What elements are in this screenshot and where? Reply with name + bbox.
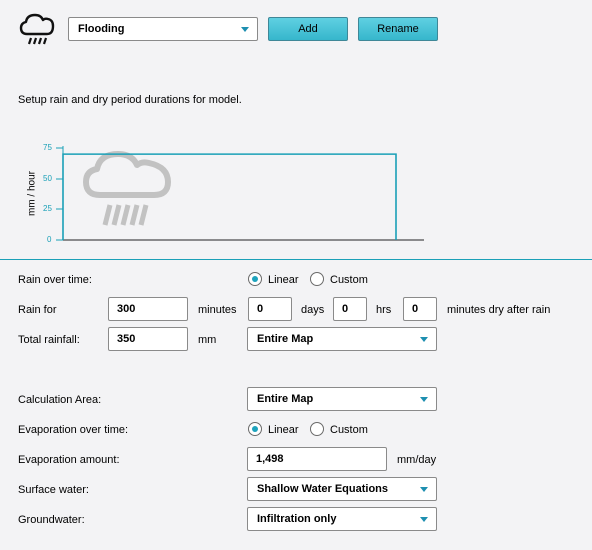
rain-over-time-label: Rain over time: bbox=[18, 274, 92, 286]
rainfall-area-value: Entire Map bbox=[257, 333, 314, 345]
rainfall-area-dropdown[interactable]: Entire Map bbox=[247, 327, 437, 351]
days-unit: days bbox=[301, 304, 325, 316]
evap-linear-radio[interactable] bbox=[248, 422, 262, 436]
chevron-down-icon bbox=[241, 27, 249, 32]
groundwater-value: Infiltration only bbox=[257, 513, 337, 525]
evap-linear-label[interactable]: Linear bbox=[268, 423, 299, 437]
rain-linear-radio[interactable] bbox=[248, 272, 262, 286]
calculation-area-label: Calculation Area: bbox=[18, 394, 102, 406]
hrs-unit: hrs bbox=[376, 304, 392, 316]
chevron-down-icon bbox=[420, 517, 428, 522]
rain-cloud-icon bbox=[18, 10, 58, 50]
rain-chart: 75 50 25 0 mm / hour bbox=[0, 140, 592, 260]
y-tick-label: 75 bbox=[43, 143, 52, 152]
y-tick-label: 25 bbox=[43, 204, 52, 213]
y-tick-label: 0 bbox=[47, 235, 52, 244]
total-rainfall-input[interactable]: 350 bbox=[108, 327, 188, 351]
evaporation-amount-label: Evaporation amount: bbox=[18, 454, 120, 466]
rain-minutes-input[interactable]: 300 bbox=[108, 297, 188, 321]
chevron-down-icon bbox=[420, 337, 428, 342]
rain-linear-label[interactable]: Linear bbox=[268, 273, 299, 287]
calculation-area-dropdown[interactable]: Entire Map bbox=[247, 387, 437, 411]
rain-custom-radio[interactable] bbox=[310, 272, 324, 286]
evap-custom-label[interactable]: Custom bbox=[330, 423, 368, 437]
mm-per-day-unit: mm/day bbox=[397, 454, 437, 466]
rain-days-input[interactable]: 0 bbox=[248, 297, 292, 321]
evaporation-amount-input[interactable]: 1,498 bbox=[247, 447, 387, 471]
calculation-area-value: Entire Map bbox=[257, 393, 314, 405]
rain-hours-input[interactable]: 0 bbox=[333, 297, 367, 321]
surface-water-label: Surface water: bbox=[18, 484, 89, 496]
total-rainfall-label: Total rainfall: bbox=[18, 334, 80, 346]
surface-water-value: Shallow Water Equations bbox=[257, 483, 388, 495]
groundwater-dropdown[interactable]: Infiltration only bbox=[247, 507, 437, 531]
chevron-down-icon bbox=[420, 487, 428, 492]
rain-cloud-watermark-icon bbox=[83, 151, 171, 226]
surface-water-dropdown[interactable]: Shallow Water Equations bbox=[247, 477, 437, 501]
dry-minutes-unit: minutes dry after rain bbox=[447, 304, 551, 316]
chevron-down-icon bbox=[420, 397, 428, 402]
evap-custom-radio[interactable] bbox=[310, 422, 324, 436]
rain-chart-svg bbox=[56, 146, 424, 241]
y-axis-label: mm / hour bbox=[26, 171, 38, 217]
rename-button[interactable]: Rename bbox=[358, 17, 438, 41]
y-tick-label: 50 bbox=[43, 174, 52, 183]
mm-unit: mm bbox=[198, 334, 217, 346]
scenario-dropdown-value: Flooding bbox=[78, 23, 125, 35]
rain-for-label: Rain for bbox=[18, 304, 57, 316]
description-text: Setup rain and dry period durations for … bbox=[18, 94, 242, 106]
evaporation-over-time-label: Evaporation over time: bbox=[18, 424, 129, 436]
groundwater-label: Groundwater: bbox=[18, 514, 85, 526]
minutes-unit: minutes bbox=[198, 304, 237, 316]
rain-custom-label[interactable]: Custom bbox=[330, 273, 368, 287]
scenario-dropdown[interactable]: Flooding bbox=[68, 17, 258, 41]
section-divider bbox=[0, 259, 592, 260]
dry-minutes-input[interactable]: 0 bbox=[403, 297, 437, 321]
add-button[interactable]: Add bbox=[268, 17, 348, 41]
